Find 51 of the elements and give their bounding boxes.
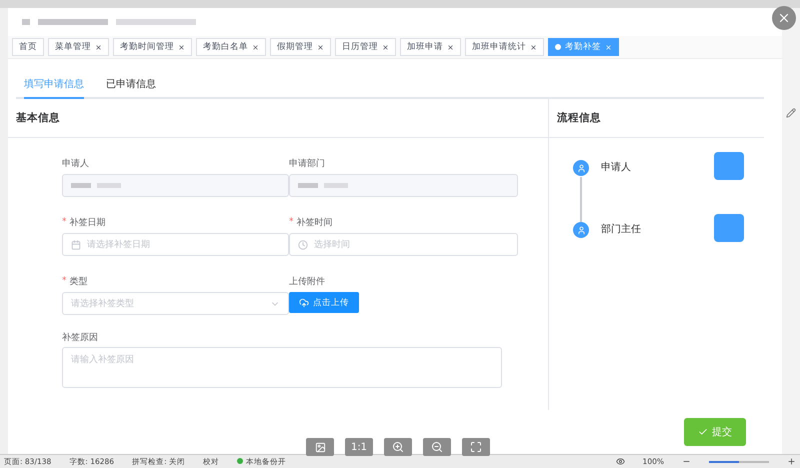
pencil-icon[interactable] (786, 108, 796, 118)
zoom-out-icon (431, 441, 443, 453)
image-button[interactable] (306, 438, 334, 456)
readonly-field[interactable] (62, 174, 289, 197)
close-icon[interactable] (317, 44, 324, 50)
page-tag[interactable]: 加班申请统计 (465, 38, 544, 56)
field-label: * 类型 (62, 275, 88, 288)
plus-icon[interactable] (787, 457, 796, 466)
field-label: 补签原因 (62, 332, 99, 346)
close-icon[interactable] (95, 44, 102, 50)
zoom-in-button[interactable] (384, 438, 412, 456)
readonly-field[interactable] (289, 174, 518, 197)
step-label: 部门主任 (601, 222, 642, 236)
check-icon (698, 427, 708, 437)
field-label: * 补签时间 (289, 216, 334, 230)
section-title: 流程信息 (549, 99, 764, 138)
form-tab[interactable]: 已申请信息 (106, 77, 156, 99)
field-label: * 补签日期 (62, 216, 106, 230)
close-icon[interactable] (382, 44, 389, 50)
page-tag[interactable]: 菜单管理 (48, 38, 109, 56)
close-icon[interactable] (447, 44, 454, 50)
user-icon (573, 160, 589, 176)
field-label: 申请人 (62, 158, 90, 170)
close-icon[interactable] (252, 44, 259, 50)
fit-screen-icon (470, 441, 482, 453)
user-icon (573, 222, 589, 238)
avatar (714, 152, 744, 180)
page-tag[interactable]: 考勤时间管理 (113, 38, 192, 56)
eye-icon[interactable] (616, 457, 625, 466)
redacted-block (38, 19, 108, 25)
field-label: 上传附件 (289, 276, 326, 288)
section-title: 基本信息 (8, 99, 548, 138)
field-label: 申请部门 (289, 158, 326, 170)
redacted-block (22, 19, 30, 25)
image-icon (314, 442, 326, 452)
close-icon (777, 11, 791, 25)
page-tag[interactable]: 假期管理 (270, 38, 331, 56)
page-tag[interactable]: 首页 (12, 38, 44, 56)
close-icon[interactable] (178, 44, 185, 50)
page-tag[interactable]: 加班申请 (400, 38, 461, 56)
fit-button[interactable] (462, 438, 490, 456)
zoom-in-icon (392, 441, 404, 453)
step-label: 申请人 (601, 160, 632, 174)
cloud-upload-icon (299, 298, 309, 308)
calendar-icon (71, 240, 81, 250)
close-icon[interactable] (530, 44, 537, 50)
zoom-out-button[interactable] (423, 438, 451, 456)
avatar (714, 214, 744, 242)
clock-icon (298, 240, 308, 250)
page-tag[interactable]: 考勤白名单 (196, 38, 266, 56)
page-tag[interactable]: 日历管理 (335, 38, 396, 56)
